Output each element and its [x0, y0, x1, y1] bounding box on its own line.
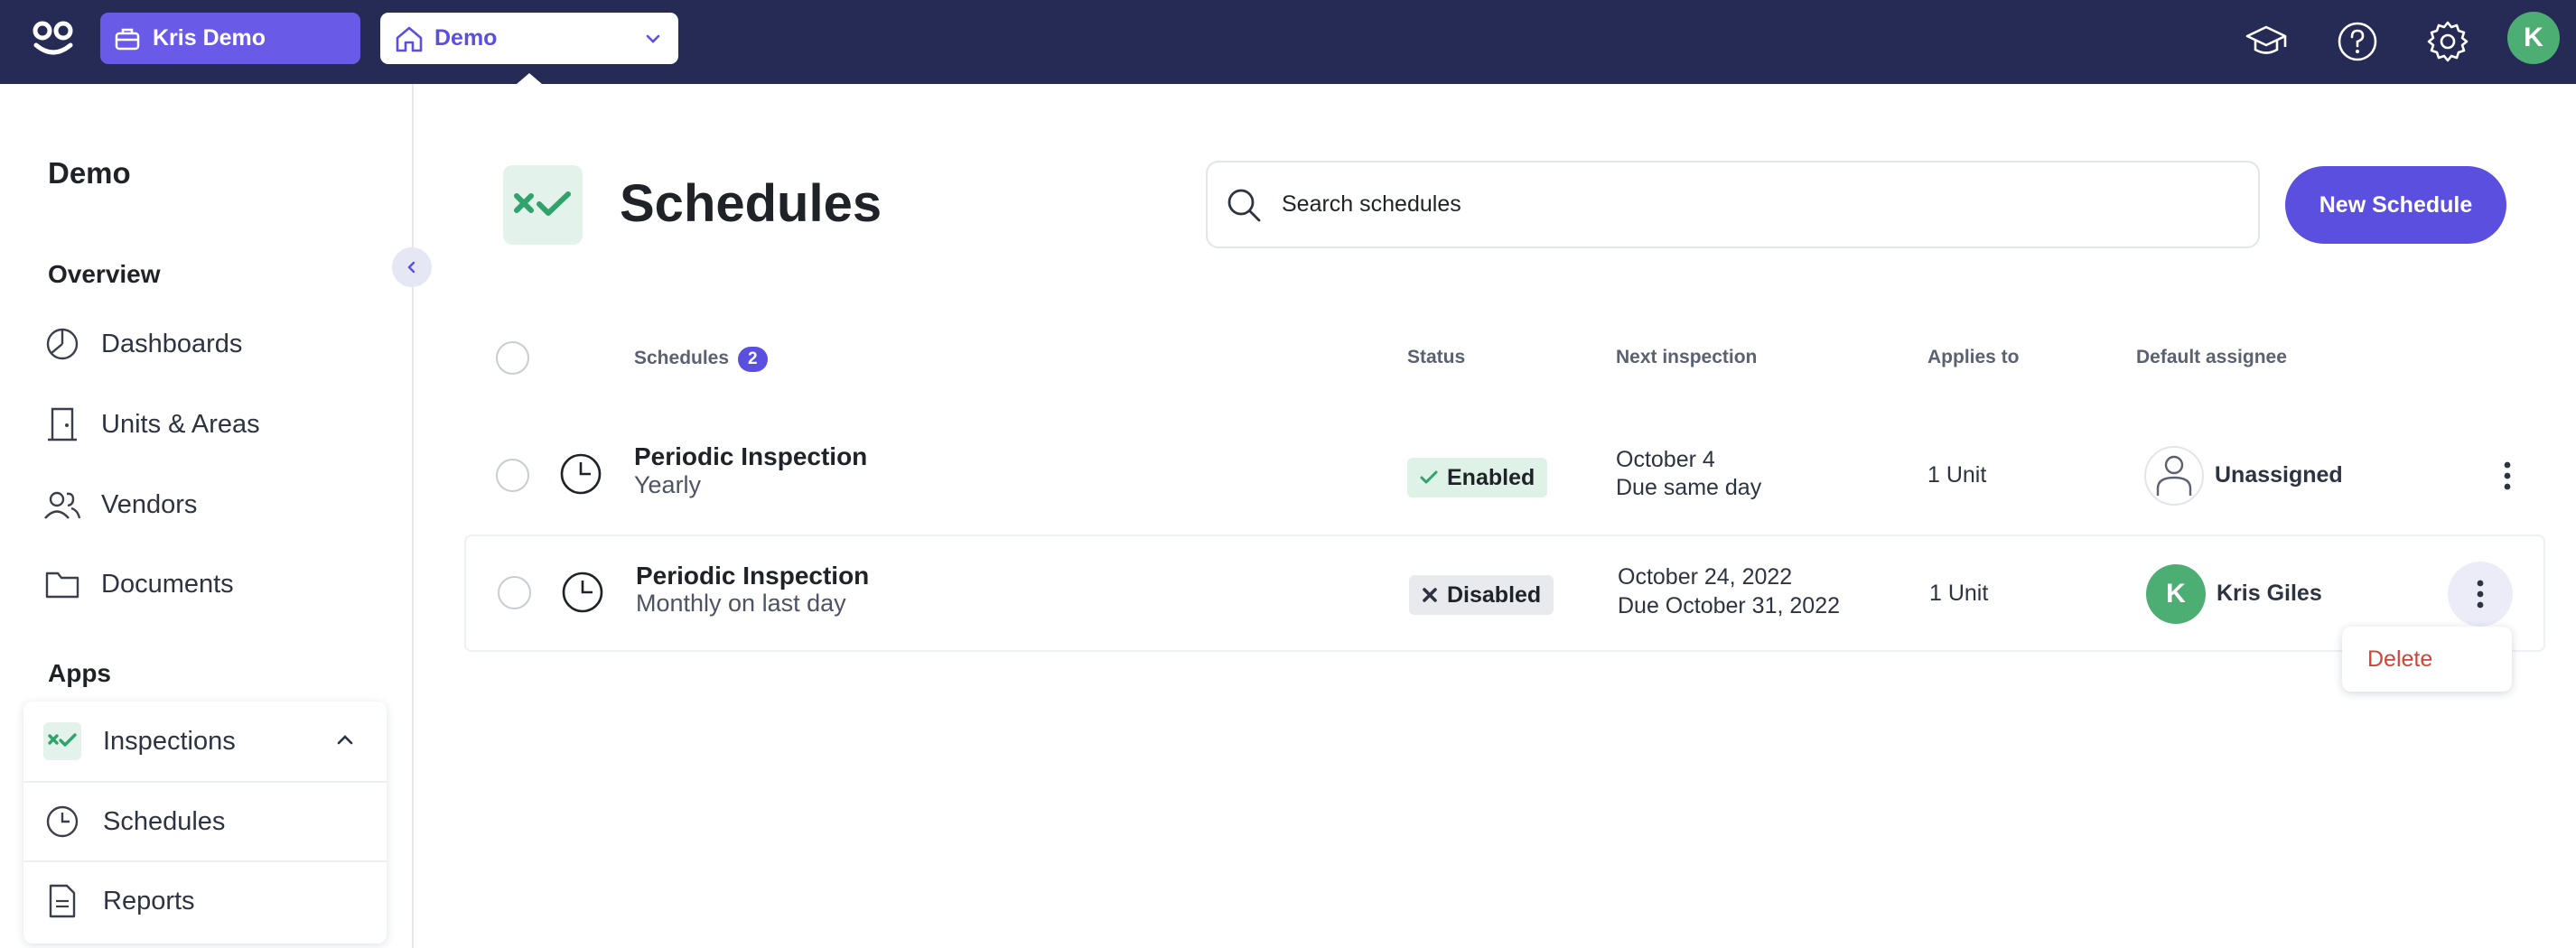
schedule-count-badge: 2 [738, 347, 768, 372]
applies-to: 1 Unit [1929, 581, 1989, 606]
sidebar-item-label: Dashboards [101, 329, 243, 358]
schedule-frequency: Yearly [634, 471, 702, 498]
next-inspection-date: October 24, 2022 [1618, 564, 1793, 590]
user-icon [2156, 455, 2192, 496]
sidebar-item-reports[interactable]: Reports [23, 860, 387, 940]
column-header-status[interactable]: Status [1407, 347, 1465, 368]
pie-chart-icon [42, 323, 83, 365]
avatar [2144, 446, 2204, 506]
sidebar: Demo Overview Dashboards Units & Areas V… [0, 84, 414, 948]
row-actions-button[interactable] [2475, 443, 2540, 508]
schedule-title[interactable]: Periodic Inspection [636, 562, 869, 590]
graduation-cap-icon[interactable] [2241, 16, 2291, 67]
sidebar-section-apps: Apps [48, 659, 111, 687]
organization-label: Kris Demo [153, 25, 266, 51]
select-all-checkbox[interactable] [496, 341, 529, 375]
user-avatar[interactable]: K [2507, 12, 2560, 64]
new-schedule-button[interactable]: New Schedule [2285, 166, 2506, 244]
sidebar-section-overview: Overview [48, 260, 161, 288]
top-bar: Kris Demo Demo [0, 0, 2576, 84]
help-icon[interactable] [2332, 16, 2383, 67]
assignee-name: Unassigned [2215, 462, 2343, 488]
dropdown-caret [517, 73, 542, 84]
column-header-label: Schedules [634, 348, 730, 368]
next-inspection-due: Due October 31, 2022 [1618, 593, 1840, 618]
table-row[interactable]: Periodic Inspection Monthly on last day … [464, 534, 2545, 652]
gear-icon[interactable] [2422, 16, 2473, 67]
property-select[interactable]: Demo [380, 13, 678, 64]
sidebar-item-dashboards[interactable]: Dashboards [42, 319, 385, 369]
property-label: Demo [434, 25, 498, 51]
avatar: K [2146, 564, 2206, 624]
inspections-icon [514, 191, 571, 216]
document-icon [43, 882, 81, 920]
sidebar-item-inspections[interactable]: Inspections [23, 702, 387, 781]
sidebar-item-label: Units & Areas [101, 409, 260, 439]
app-logo[interactable] [31, 18, 76, 58]
assignee-name: Kris Giles [2217, 581, 2322, 606]
status-badge: Disabled [1409, 575, 1554, 615]
page-icon [503, 165, 583, 245]
inspections-icon [43, 722, 81, 760]
sidebar-item-schedules[interactable]: Schedules [23, 781, 387, 860]
briefcase-icon [115, 28, 140, 50]
clock-icon [43, 803, 81, 841]
row-checkbox[interactable] [496, 459, 529, 492]
users-icon [42, 484, 83, 525]
chevron-up-icon[interactable] [334, 730, 356, 751]
applies-to: 1 Unit [1927, 462, 1987, 488]
row-checkbox[interactable] [498, 576, 531, 609]
next-inspection-due: Due same day [1616, 475, 1762, 500]
more-vertical-icon [2477, 580, 2484, 609]
more-vertical-icon [2504, 461, 2511, 490]
column-header-applies-to[interactable]: Applies to [1927, 347, 2020, 368]
search-input[interactable] [1282, 191, 2185, 218]
sidebar-item-documents[interactable]: Documents [42, 559, 385, 609]
page-title: Schedules [620, 174, 882, 233]
schedule-frequency: Monthly on last day [636, 590, 846, 617]
next-inspection-date: October 4 [1616, 447, 1715, 472]
column-header-next-inspection[interactable]: Next inspection [1616, 347, 1757, 368]
organization-switcher[interactable]: Kris Demo [100, 13, 360, 64]
x-mark-icon [1422, 587, 1438, 603]
sidebar-item-label: Vendors [101, 489, 198, 519]
status-label: Enabled [1447, 464, 1535, 490]
sidebar-item-units-areas[interactable]: Units & Areas [42, 399, 385, 450]
column-header-default-assignee[interactable]: Default assignee [2136, 347, 2287, 368]
row-actions-menu: Delete [2342, 627, 2512, 692]
apps-card: Inspections Schedules Reports [23, 702, 387, 943]
avatar-initial: K [2166, 579, 2186, 609]
collapse-sidebar-button[interactable] [392, 247, 432, 287]
sidebar-item-label: Schedules [103, 806, 226, 836]
column-header-schedules[interactable]: Schedules 2 [634, 347, 768, 372]
home-icon [396, 26, 423, 51]
sidebar-item-label: Reports [103, 886, 195, 915]
search-box[interactable] [1206, 161, 2260, 248]
chevron-left-icon [407, 261, 415, 274]
user-avatar-initial: K [2524, 23, 2543, 52]
sidebar-title: Demo [48, 156, 131, 190]
sidebar-item-vendors[interactable]: Vendors [42, 479, 385, 530]
schedule-title[interactable]: Periodic Inspection [634, 442, 867, 471]
sidebar-item-label: Inspections [103, 726, 236, 756]
folder-icon [42, 563, 83, 605]
delete-menu-item[interactable]: Delete [2367, 646, 2432, 673]
check-icon [1420, 470, 1438, 485]
clock-icon [562, 572, 603, 613]
clock-icon [560, 453, 602, 495]
search-icon [1227, 189, 1261, 221]
status-label: Disabled [1447, 581, 1542, 608]
row-actions-button[interactable] [2448, 562, 2513, 627]
sidebar-item-label: Documents [101, 569, 234, 599]
table-row[interactable]: Periodic Inspection Yearly Enabled Octob… [464, 417, 2545, 534]
door-icon [42, 404, 83, 445]
status-badge: Enabled [1407, 458, 1548, 497]
chevron-down-icon [646, 34, 660, 43]
